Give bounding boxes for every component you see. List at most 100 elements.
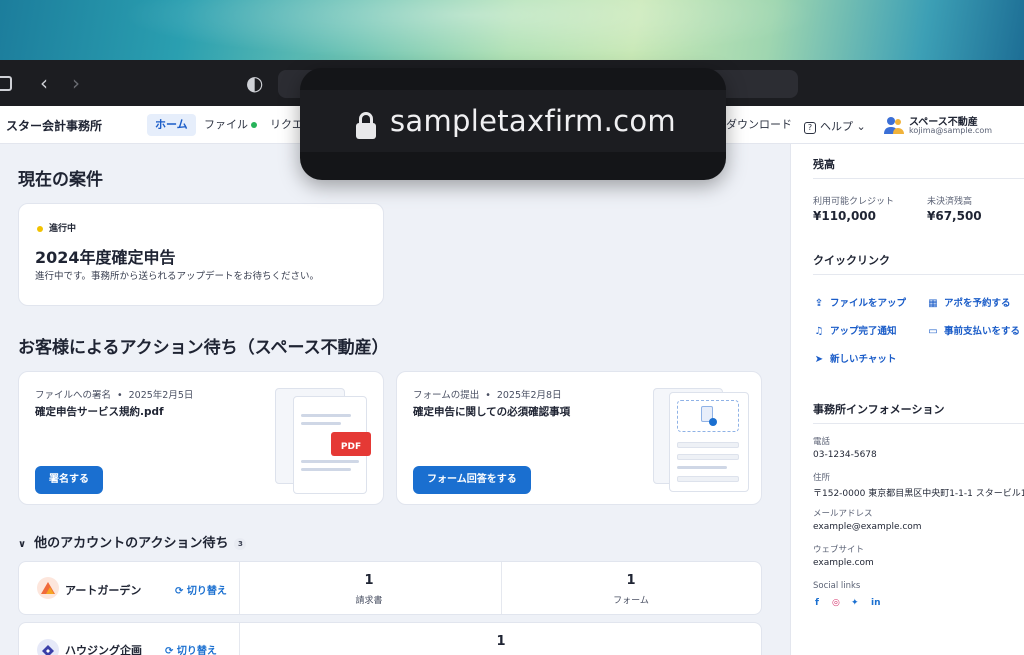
phone-value: 03-1234-5678 [813,450,877,460]
status-badge: 進行中 [37,221,76,234]
upload-file-label: ファイルをアップ [830,298,907,309]
email-value[interactable]: example@example.com [813,522,922,532]
firm-name: スター会計事務所 [6,119,103,133]
upload-icon: ⇪ [814,298,824,309]
account-row: ハウジング企画 ⟳ 切り替え 1 [18,622,762,655]
bell-icon: ♫ [814,326,824,337]
phone-label: 電話 [813,437,831,447]
stat-value: 1 [626,573,636,588]
action-title: 確定申告サービス規約.pdf [35,406,164,418]
email-label: メールアドレス [813,509,873,519]
shield-icon[interactable]: ◐ [246,72,263,94]
pdf-badge: PDF [331,432,371,456]
other-accounts-toggle[interactable]: ∨ 他のアカウントのアクション待ち 3 [18,532,247,551]
right-sidebar: 残高 利用可能クレジット ¥110,000 未決済残高 ¥67,500 クイック… [790,144,1024,655]
account-row: アートガーデン ⟳ 切り替え 1 請求書 1 フォーム [18,561,762,615]
current-cases-heading: 現在の案件 [18,170,103,190]
balance-heading: 残高 [813,158,835,171]
housing-planning-logo-icon [37,639,59,655]
new-indicator-dot [251,122,257,128]
lock-icon [356,112,376,140]
help-menu[interactable]: ? ヘルプ ⌄ [804,118,866,134]
website-value[interactable]: example.com [813,558,874,568]
upload-complete-link[interactable]: ♫ アップ完了通知 [813,323,897,337]
switch-icon: ⟳ [165,646,174,655]
action-card-form: フォームの提出 • 2025年2月8日 確定申告に関しての必須確認事項 フォーム回答… [396,371,762,505]
twitter-icon[interactable]: ✦ [851,598,859,608]
switch-account-button[interactable]: ⟳ 切り替え [165,642,217,655]
nav-download[interactable]: ダウンロード [718,114,800,136]
nav-files[interactable]: ファイル [196,114,265,136]
stat-label: 請求書 [355,596,383,606]
quick-links-heading: クイックリンク [813,254,890,267]
upload-file-link[interactable]: ⇪ ファイルをアップ [813,295,906,309]
case-description: 進行中です。事務所から送られるアップデートをお待ちください。 [35,271,320,282]
back-icon[interactable]: ‹ [40,72,48,94]
chevron-down-icon: ⌄ [856,120,866,133]
status-label: 進行中 [49,224,77,234]
url-text: sampletaxfirm.com [390,104,676,138]
count-badge: 3 [234,537,247,550]
nav-files-label: ファイル [204,118,248,131]
stat-value: 1 [364,573,374,588]
website-label: ウェブサイト [813,545,865,555]
book-appointment-link[interactable]: ▦ アポを予約する [927,295,1011,309]
forward-icon[interactable]: › [72,72,80,94]
credit-card-icon: ▭ [928,326,938,337]
help-icon: ? [804,122,816,134]
desktop-wallpaper [0,0,1024,60]
book-appointment-label: アポを予約する [944,298,1011,309]
nav-home[interactable]: ホーム [147,114,196,136]
account-label: ハウジング企画 [65,644,142,655]
action-date: 2025年2月8日 [496,390,562,401]
action-meta: フォームの提出 • 2025年2月8日 [413,390,562,401]
url-zoom-overlay: sampletaxfirm.com [300,68,726,180]
address-value: 〒152-0000 東京都目黒区中央町1-1-1 スタービル1 [813,489,1024,499]
switch-icon: ⟳ [175,586,184,597]
art-garden-logo-icon [37,577,59,599]
instagram-icon[interactable]: ◎ [832,598,840,608]
switch-label: 切り替え [176,646,217,655]
unpaid-label: 未決済残高 [927,197,973,207]
sign-button[interactable]: 署名する [35,466,103,494]
send-icon: ➤ [814,354,824,365]
new-chat-link[interactable]: ➤ 新しいチャット [813,351,897,365]
action-date: 2025年2月5日 [128,390,194,401]
credit-value: ¥110,000 [813,209,877,223]
credit-label: 利用可能クレジット [813,197,895,207]
case-card[interactable]: 進行中 2024年度確定申告 進行中です。事務所から送られるアップデートをお待ち… [18,203,384,306]
chevron-down-icon: ∨ [18,539,27,550]
help-label: ヘルプ [820,120,853,133]
other-accounts-heading: 他のアカウントのアクション待ち [34,536,229,551]
status-dot [37,225,43,232]
account-avatar-icon[interactable] [884,116,904,134]
action-card-sign: ファイルへの署名 • 2025年2月5日 確定申告サービス規約.pdf 署名する P… [18,371,384,505]
account-email: kojima@sample.com [909,126,993,135]
actions-heading: お客様によるアクション待ち（スペース不動産） [18,338,389,358]
address-label: 住所 [813,473,831,483]
action-type: ファイルへの署名 [35,390,112,401]
prepay-label: 事前支払いをする [944,326,1021,337]
upload-complete-label: アップ完了通知 [830,326,897,337]
stat-value: 1 [496,634,506,649]
social-links-label: Social links [813,581,861,591]
linkedin-icon[interactable]: in [871,598,881,608]
switch-label: 切り替え [186,586,227,597]
pdf-document-illustration: PDF [275,386,373,494]
form-document-illustration [653,386,751,494]
calendar-icon: ▦ [928,298,938,309]
switch-account-button[interactable]: ⟳ 切り替え [175,582,227,597]
case-title: 2024年度確定申告 [35,248,176,267]
action-meta: ファイルへの署名 • 2025年2月5日 [35,390,194,401]
action-title: 確定申告に関しての必須確認事項 [413,406,571,418]
stat-label: フォーム [613,596,649,606]
prepay-link[interactable]: ▭ 事前支払いをする [927,323,1020,337]
action-type: フォームの提出 [413,390,480,401]
unpaid-value: ¥67,500 [927,209,982,223]
facebook-icon[interactable]: f [815,598,819,608]
firm-info-heading: 事務所インフォメーション [813,403,945,416]
sidebar-toggle-icon[interactable] [0,76,12,91]
account-label: アートガーデン [65,584,142,597]
new-chat-label: 新しいチャット [830,354,897,365]
form-answer-button[interactable]: フォーム回答をする [413,466,531,494]
